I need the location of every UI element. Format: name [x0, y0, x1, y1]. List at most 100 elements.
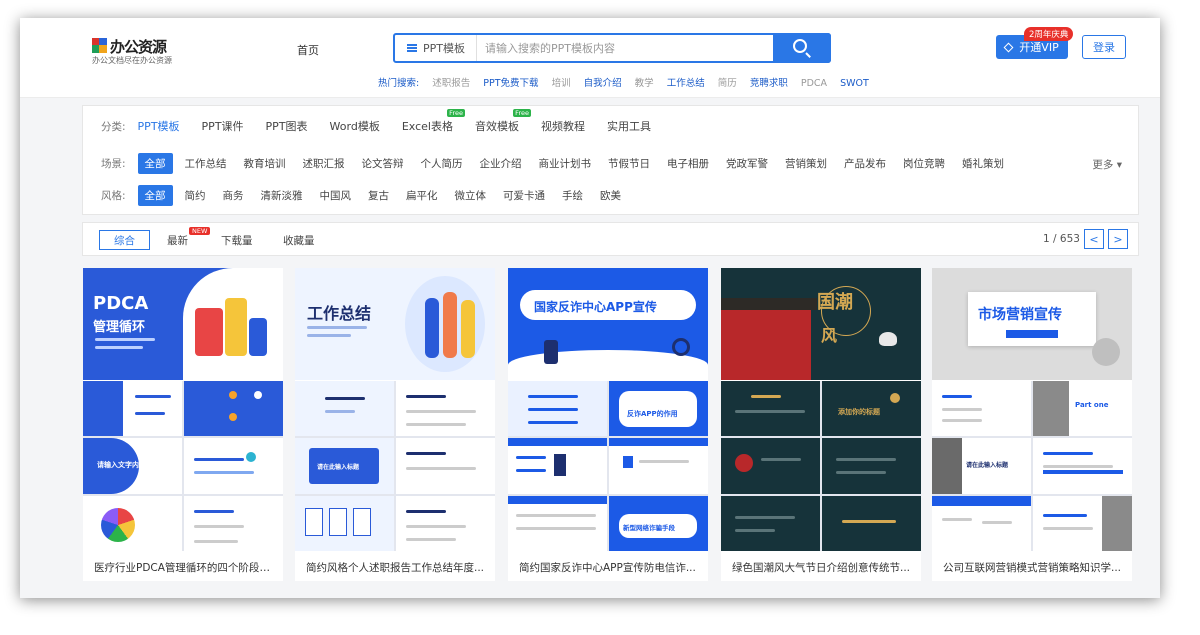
search-button[interactable] — [773, 33, 831, 63]
category-item[interactable]: 音效模板 Free — [475, 109, 531, 134]
site-logo[interactable]: 办公资源 办公文档尽在办公资源 — [92, 36, 172, 66]
cover-subtitle: 管理循环 — [93, 320, 146, 335]
scene-item[interactable]: 节假节日 — [608, 156, 650, 171]
vip-label: 开通VIP — [1019, 41, 1059, 54]
sort-bar: 综合 最新 NEW 下载量 收藏量 1 / 653 < > — [82, 222, 1139, 256]
scene-item[interactable]: 婚礼策划 — [962, 156, 1004, 171]
hot-search-label: 热门搜索: — [378, 78, 420, 89]
slide-text: 请在此输入标题 — [317, 464, 360, 472]
slide-text: 添加你的标题 — [838, 407, 880, 416]
hot-search-item[interactable]: 简历 — [718, 78, 737, 89]
menu-icon — [407, 44, 417, 52]
category-item[interactable]: 实用工具 — [607, 118, 651, 134]
sort-latest[interactable]: 最新 — [167, 233, 188, 248]
scene-item[interactable]: 论文答辩 — [362, 156, 404, 171]
cover-title: 国家反诈中心APP宣传 — [534, 300, 657, 314]
free-badge: Free — [513, 109, 531, 117]
template-title[interactable]: 简约国家反诈中心APP宣传防电信诈... — [519, 560, 701, 575]
slide-text: 请在此输入标题 — [966, 462, 1009, 470]
scene-item[interactable]: 岗位竞聘 — [903, 156, 945, 171]
hot-search-item[interactable]: 述职报告 — [432, 78, 470, 89]
sort-favorites[interactable]: 收藏量 — [283, 233, 315, 248]
template-card[interactable]: 国家反诈中心APP宣传 反诈APP的作用 新型网络诈骗手段 简约国家反诈中心AP… — [508, 268, 708, 581]
next-page-button[interactable]: > — [1108, 229, 1128, 249]
template-card[interactable]: 工作总结 请在此输入标题 简约风格个人述职报告工作总结年度... — [295, 268, 495, 581]
diamond-icon — [1003, 42, 1014, 52]
category-item[interactable]: PPT课件 — [202, 118, 244, 134]
style-item[interactable]: 商务 — [223, 188, 244, 203]
scene-row: 场景: 全部 工作总结 教育培训 述职汇报 论文答辩 个人简历 企业介绍 商业计… — [101, 153, 1021, 174]
hot-search-item[interactable]: 自我介绍 — [584, 78, 622, 89]
slide-text: 反诈APP的作用 — [627, 410, 678, 418]
top-header: 办公资源 办公文档尽在办公资源 首页 PPT模板 热门搜索: 述职报告 PPT免… — [20, 18, 1160, 98]
logo-title: 办公资源 — [110, 38, 167, 56]
category-row: 分类: PPT模板 PPT课件 PPT图表 Word模板 Excel表格 Free… — [101, 109, 673, 134]
template-thumbnail[interactable]: 市场营销宣传 Part one 请在此输入标题 — [932, 268, 1132, 551]
hot-search-item[interactable]: PPT免费下载 — [483, 78, 538, 89]
style-item[interactable]: 中国风 — [320, 188, 352, 203]
hot-search-item[interactable]: 教学 — [635, 78, 654, 89]
cover-title-2: 风 — [821, 326, 838, 345]
login-button[interactable]: 登录 — [1082, 35, 1126, 59]
style-item[interactable]: 手绘 — [562, 188, 583, 203]
style-item[interactable]: 微立体 — [455, 188, 487, 203]
sort-downloads[interactable]: 下载量 — [221, 233, 253, 248]
hot-search-item[interactable]: 竞聘求职 — [750, 78, 788, 89]
style-item[interactable]: 清新淡雅 — [261, 188, 303, 203]
style-item[interactable]: 扁平化 — [406, 188, 438, 203]
filter-panel: 分类: PPT模板 PPT课件 PPT图表 Word模板 Excel表格 Free… — [82, 105, 1139, 215]
chevron-down-icon: ▾ — [1113, 159, 1122, 171]
hot-search-item[interactable]: PDCA — [801, 78, 827, 89]
hot-search-bar: 热门搜索: 述职报告 PPT免费下载 培训 自我介绍 教学 工作总结 简历 竞聘… — [378, 75, 879, 89]
category-item[interactable]: PPT模板 — [138, 118, 180, 134]
template-title[interactable]: 绿色国潮风大气节日介绍创意传统节... — [732, 560, 914, 575]
prev-page-button[interactable]: < — [1084, 229, 1104, 249]
category-item[interactable]: Excel表格 Free — [402, 109, 465, 134]
template-thumbnail[interactable]: PDCA 管理循环 请输入文字内容 — [83, 268, 283, 551]
cover-title: PDCA — [93, 293, 149, 314]
scene-label: 场景: — [101, 158, 126, 170]
template-title[interactable]: 医疗行业PDCA管理循环的四个阶段质... — [94, 560, 276, 575]
style-item[interactable]: 全部 — [137, 185, 173, 206]
search-input[interactable] — [485, 35, 755, 61]
nav-home-link[interactable]: 首页 — [297, 42, 319, 58]
slide-text-part: Part one — [1075, 401, 1109, 409]
page-info: 1 / 653 — [1043, 233, 1080, 245]
scene-item[interactable]: 产品发布 — [844, 156, 886, 171]
scene-item[interactable]: 工作总结 — [185, 156, 227, 171]
scene-item[interactable]: 商业计划书 — [539, 156, 592, 171]
sort-comprehensive[interactable]: 综合 — [99, 230, 150, 250]
scene-item[interactable]: 营销策划 — [785, 156, 827, 171]
category-item[interactable]: Word模板 — [330, 118, 380, 134]
template-thumbnail[interactable]: 国家反诈中心APP宣传 反诈APP的作用 新型网络诈骗手段 — [508, 268, 708, 551]
scene-item[interactable]: 述职汇报 — [303, 156, 345, 171]
style-item[interactable]: 简约 — [185, 188, 206, 203]
template-title[interactable]: 简约风格个人述职报告工作总结年度... — [306, 560, 488, 575]
style-item[interactable]: 欧美 — [600, 188, 621, 203]
hot-search-item[interactable]: SWOT — [840, 78, 869, 89]
template-card[interactable]: PDCA 管理循环 请输入文字内容 医疗行业PDCA管理循环的四个阶段质... — [83, 268, 283, 581]
category-item[interactable]: 视频教程 — [541, 118, 585, 134]
hot-search-item[interactable]: 培训 — [552, 78, 571, 89]
scene-item[interactable]: 企业介绍 — [480, 156, 522, 171]
more-scenes-button[interactable]: 更多 ▾ — [1092, 157, 1122, 172]
scene-item[interactable]: 教育培训 — [244, 156, 286, 171]
anniversary-badge: 2周年庆典 — [1024, 27, 1074, 41]
scene-item[interactable]: 党政军警 — [726, 156, 768, 171]
hot-search-item[interactable]: 工作总结 — [667, 78, 705, 89]
style-item[interactable]: 复古 — [368, 188, 389, 203]
template-thumbnail[interactable]: 工作总结 请在此输入标题 — [295, 268, 495, 551]
style-row: 风格: 全部 简约 商务 清新淡雅 中国风 复古 扁平化 微立体 可爱卡通 手绘… — [101, 185, 638, 206]
style-item[interactable]: 可爱卡通 — [503, 188, 545, 203]
scene-item[interactable]: 电子相册 — [667, 156, 709, 171]
template-title[interactable]: 公司互联网营销模式营销策略知识学... — [943, 560, 1125, 575]
category-item[interactable]: PPT图表 — [266, 118, 308, 134]
logo-subtitle: 办公文档尽在办公资源 — [92, 56, 172, 65]
template-thumbnail[interactable]: 国潮 风 添加你的标题 — [721, 268, 921, 551]
template-card[interactable]: 市场营销宣传 Part one 请在此输入标题 公司互联网营销模式营销策略知识学… — [932, 268, 1132, 581]
template-card[interactable]: 国潮 风 添加你的标题 绿色国潮风大气节日介绍创意传统节... — [721, 268, 921, 581]
search-category-select[interactable]: PPT模板 — [395, 35, 477, 61]
scene-item[interactable]: 全部 — [137, 153, 173, 174]
scene-item[interactable]: 个人简历 — [421, 156, 463, 171]
slide-text: 请输入文字内容 — [97, 461, 146, 470]
